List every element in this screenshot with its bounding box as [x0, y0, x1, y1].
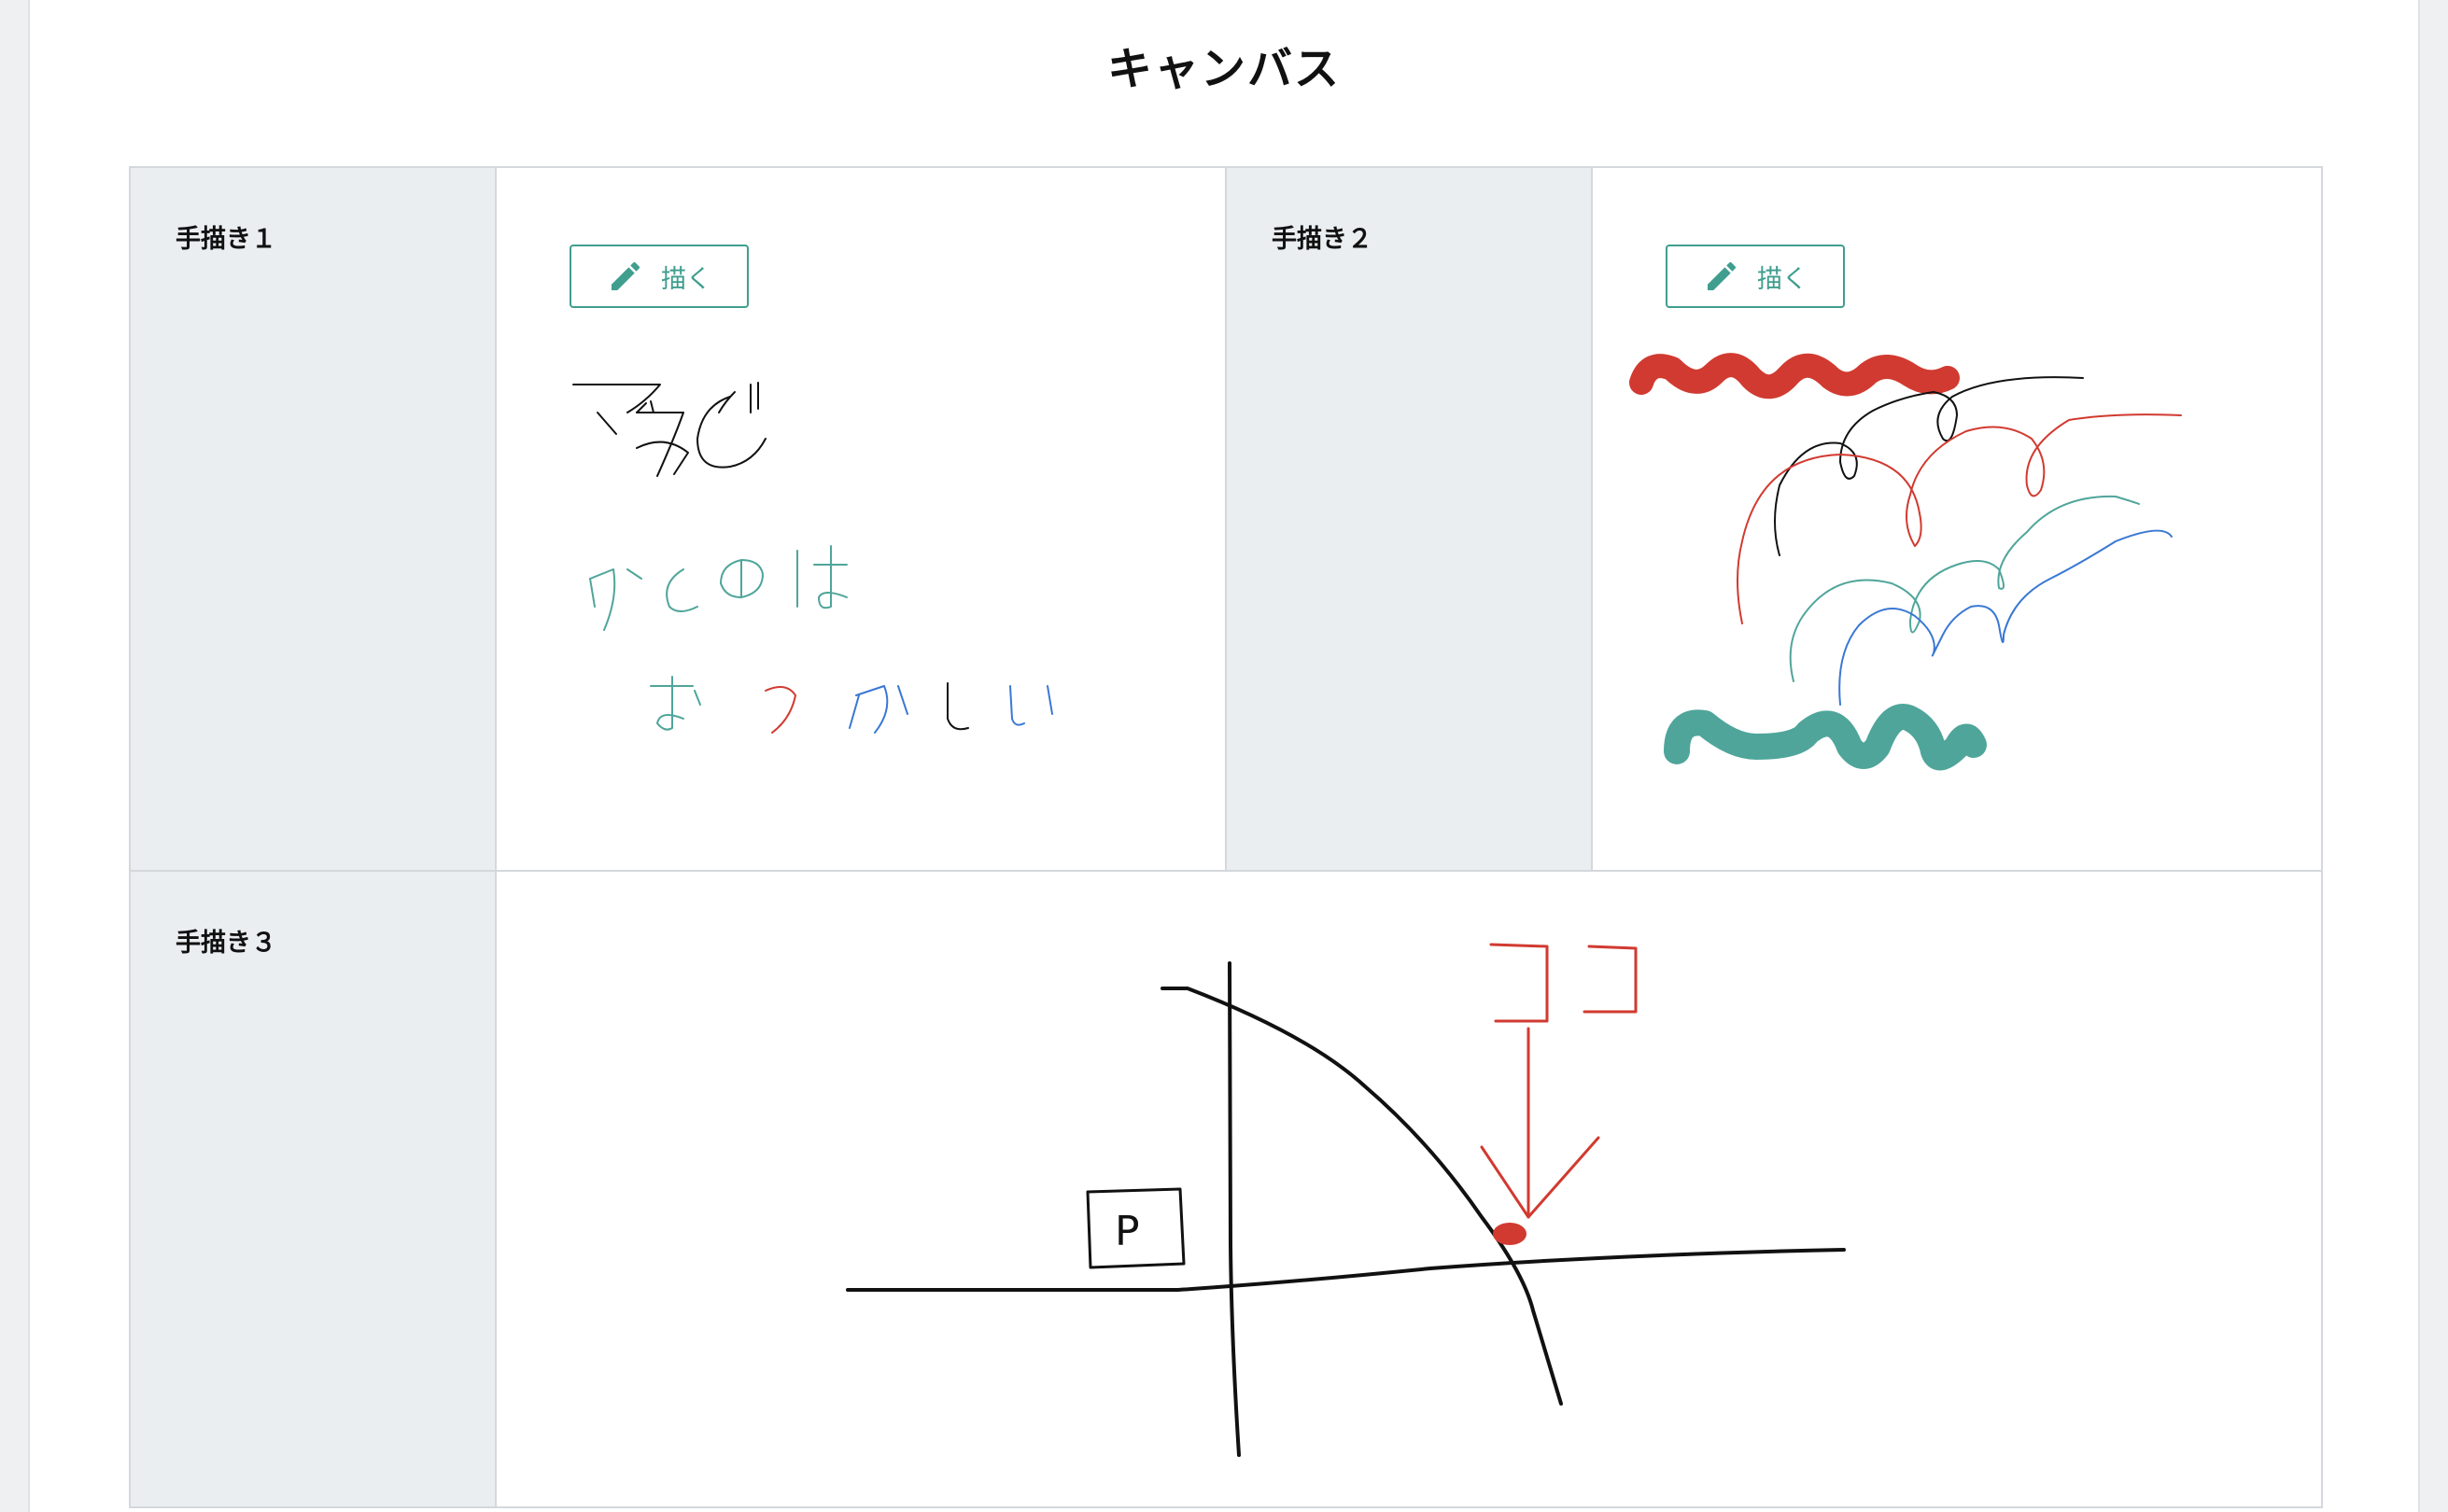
parking-sign-label: P	[1115, 1208, 1140, 1255]
field-label-1: 手描き１	[176, 225, 276, 254]
field-value-cell-3: P	[495, 870, 2323, 1508]
handwriting-canvas-2[interactable]	[1593, 168, 2319, 870]
page-container: キャンバス 手描き１ 描く 手描き２ 描く 手描き３ P	[28, 0, 2420, 1512]
field-label-2: 手描き２	[1272, 225, 1372, 254]
field-label-3: 手描き３	[176, 929, 276, 958]
destination-dot	[1493, 1223, 1526, 1245]
page-title: キャンバス	[1106, 43, 1341, 95]
handwriting-canvas-1[interactable]	[497, 168, 1223, 870]
handwriting-canvas-3[interactable]: P	[497, 872, 2317, 1506]
form-row: 手描き１ 描く 手描き２ 描く	[129, 166, 2323, 872]
field-value-cell-2: 描く	[1591, 166, 2323, 872]
field-label-cell-2: 手描き２	[1225, 166, 1593, 872]
field-label-cell-3: 手描き３	[129, 870, 497, 1508]
form-row: 手描き３ P	[129, 870, 2323, 1508]
canvas-form-table: 手描き１ 描く 手描き２ 描く 手描き３ P	[129, 166, 2323, 1508]
field-label-cell-1: 手描き１	[129, 166, 497, 872]
field-value-cell-1: 描く	[495, 166, 1227, 872]
